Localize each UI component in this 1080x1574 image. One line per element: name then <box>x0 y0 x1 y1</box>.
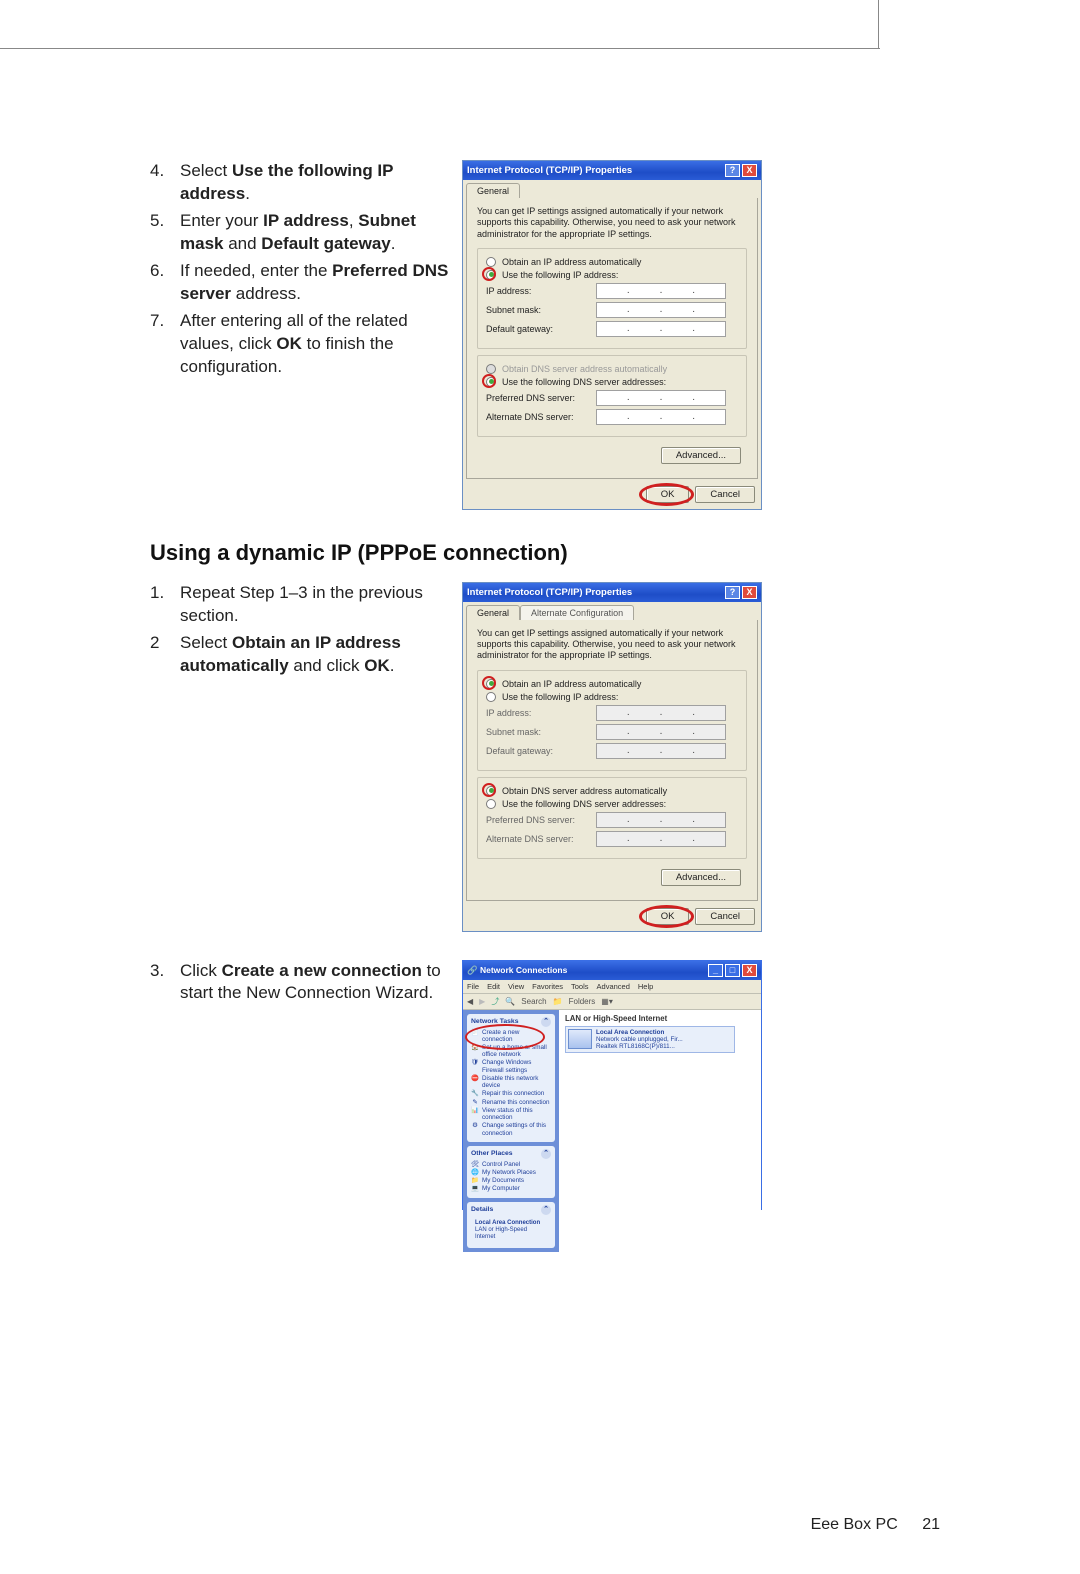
task-firewall[interactable]: 🛡Change Windows Firewall settings <box>471 1059 551 1073</box>
maximize-icon[interactable]: □ <box>725 964 740 977</box>
folders-icon[interactable]: 📁 <box>553 997 563 1006</box>
connections-area: LAN or High-Speed Internet Local Area Co… <box>559 1010 761 1253</box>
alternate-dns-input[interactable]: ... <box>596 409 726 425</box>
radio-use-ip[interactable] <box>486 270 496 280</box>
advanced-button[interactable]: Advanced... <box>661 869 741 886</box>
cancel-button[interactable]: Cancel <box>695 486 755 503</box>
network-connections-window: 🔗 Network Connections _ □ X FileEditView… <box>462 960 762 1210</box>
radio-use-ip[interactable] <box>486 692 496 702</box>
close-icon[interactable]: X <box>742 964 757 977</box>
task-disable[interactable]: ⛔Disable this network device <box>471 1075 551 1089</box>
dialog-titlebar: Internet Protocol (TCP/IP) Properties ? … <box>463 161 761 180</box>
task-view-status[interactable]: 📊View status of this connection <box>471 1107 551 1121</box>
default-gateway-input[interactable]: ... <box>596 321 726 337</box>
forward-icon[interactable]: ▶ <box>479 997 485 1006</box>
list-item: 5.Enter your IP address, Subnet mask and… <box>150 210 450 256</box>
menu-favorites[interactable]: Favorites <box>532 982 563 991</box>
ok-button[interactable]: OK <box>646 486 690 503</box>
subnet-mask-input[interactable]: ... <box>596 302 726 318</box>
task-change-settings[interactable]: ⚙Change settings of this connection <box>471 1122 551 1136</box>
tab-general[interactable]: General <box>466 605 520 620</box>
chevron-up-icon[interactable]: ⌃ <box>541 1149 551 1159</box>
list-item: 3.Click Create a new connection to start… <box>150 960 450 1006</box>
advanced-button[interactable]: Advanced... <box>661 447 741 464</box>
task-repair[interactable]: 🔧Repair this connection <box>471 1090 551 1097</box>
ip-address-input: ... <box>596 705 726 721</box>
up-icon[interactable]: ⤴ <box>491 996 499 1007</box>
close-icon[interactable]: X <box>742 164 757 177</box>
lan-icon <box>568 1029 592 1049</box>
radio-auto-ip[interactable] <box>486 257 496 267</box>
ordered-list-top: 4.Select Use the following IP address.5.… <box>150 160 450 378</box>
page-content: 4.Select Use the following IP address.5.… <box>150 160 940 1238</box>
section-heading: Using a dynamic IP (PPPoE connection) <box>150 540 940 566</box>
tab-general[interactable]: General <box>466 183 520 198</box>
chevron-up-icon[interactable]: ⌃ <box>541 1017 551 1027</box>
menu-edit[interactable]: Edit <box>487 982 500 991</box>
list-item: 1.Repeat Step 1–3 in the previous sectio… <box>150 582 450 628</box>
back-icon[interactable]: ◀ <box>467 997 473 1006</box>
row-steps-4-7: 4.Select Use the following IP address.5.… <box>150 160 940 510</box>
help-icon[interactable]: ? <box>725 164 740 177</box>
toolbar: ◀ ▶ ⤴ 🔍Search 📁Folders ▦▾ <box>463 994 761 1010</box>
radio-auto-ip[interactable] <box>486 679 496 689</box>
menu-help[interactable]: Help <box>638 982 653 991</box>
radio-use-dns[interactable] <box>486 377 496 387</box>
dialog-title: Internet Protocol (TCP/IP) Properties <box>467 165 632 176</box>
search-icon[interactable]: 🔍 <box>505 997 515 1006</box>
ok-button[interactable]: OK <box>646 908 690 925</box>
ip-address-input[interactable]: ... <box>596 283 726 299</box>
list-item: 4.Select Use the following IP address. <box>150 160 450 206</box>
dialog-description: You can get IP settings assigned automat… <box>477 206 747 240</box>
side-panel: Network Tasks⌃ 📄Create a new connection … <box>463 1010 559 1253</box>
crop-rule-horizontal <box>0 48 880 49</box>
page-footer: Eee Box PC 21 <box>811 1516 940 1534</box>
link-network-places[interactable]: 🌐My Network Places <box>471 1169 551 1176</box>
category-label: LAN or High-Speed Internet <box>565 1014 755 1023</box>
ordered-list-bot: 3.Click Create a new connection to start… <box>150 960 450 1006</box>
link-my-documents[interactable]: 📁My Documents <box>471 1177 551 1184</box>
link-my-computer[interactable]: 💻My Computer <box>471 1185 551 1192</box>
subnet-mask-input: ... <box>596 724 726 740</box>
link-control-panel[interactable]: 🛠Control Panel <box>471 1161 551 1168</box>
radio-auto-dns[interactable] <box>486 786 496 796</box>
dialog-title: Internet Protocol (TCP/IP) Properties <box>467 587 632 598</box>
list-item: 6.If needed, enter the Preferred DNS ser… <box>150 260 450 306</box>
radio-use-dns[interactable] <box>486 799 496 809</box>
details-box: Local Area Connection LAN or High-Speed … <box>471 1217 551 1245</box>
row-steps-1-2: 1.Repeat Step 1–3 in the previous sectio… <box>150 582 940 932</box>
tcpip-properties-dialog-auto: Internet Protocol (TCP/IP) Properties ? … <box>462 582 762 932</box>
tab-alternate[interactable]: Alternate Configuration <box>520 605 634 620</box>
task-rename[interactable]: ✎Rename this connection <box>471 1099 551 1106</box>
views-icon[interactable]: ▦▾ <box>601 997 613 1006</box>
minimize-icon[interactable]: _ <box>708 964 723 977</box>
menu-bar: File Edit View Favorites Tools Advanced Help <box>463 980 761 994</box>
cancel-button[interactable]: Cancel <box>695 908 755 925</box>
alternate-dns-input: ... <box>596 831 726 847</box>
task-create-connection[interactable]: 📄Create a new connection <box>471 1029 551 1043</box>
help-icon[interactable]: ? <box>725 586 740 599</box>
menu-file[interactable]: File <box>467 982 479 991</box>
menu-tools[interactable]: Tools <box>571 982 589 991</box>
radio-auto-dns <box>486 364 496 374</box>
list-item: 7.After entering all of the related valu… <box>150 310 450 379</box>
close-icon[interactable]: X <box>742 586 757 599</box>
tcpip-properties-dialog-static: Internet Protocol (TCP/IP) Properties ? … <box>462 160 762 510</box>
preferred-dns-input: ... <box>596 812 726 828</box>
menu-view[interactable]: View <box>508 982 524 991</box>
ordered-list-mid: 1.Repeat Step 1–3 in the previous sectio… <box>150 582 450 678</box>
connection-item[interactable]: Local Area Connection Network cable unpl… <box>565 1026 735 1054</box>
crop-rule-vertical <box>878 0 879 48</box>
default-gateway-input: ... <box>596 743 726 759</box>
list-item: 2Select Obtain an IP address automatical… <box>150 632 450 678</box>
preferred-dns-input[interactable]: ... <box>596 390 726 406</box>
chevron-up-icon[interactable]: ⌃ <box>541 1205 551 1215</box>
menu-advanced[interactable]: Advanced <box>597 982 630 991</box>
task-home-network[interactable]: 🏠Set up a home or small office network <box>471 1044 551 1058</box>
row-step-3: 3.Click Create a new connection to start… <box>150 960 940 1210</box>
footer-page-number: 21 <box>922 1516 940 1533</box>
network-icon: 🔗 <box>467 965 478 975</box>
footer-model: Eee Box PC <box>811 1516 898 1533</box>
